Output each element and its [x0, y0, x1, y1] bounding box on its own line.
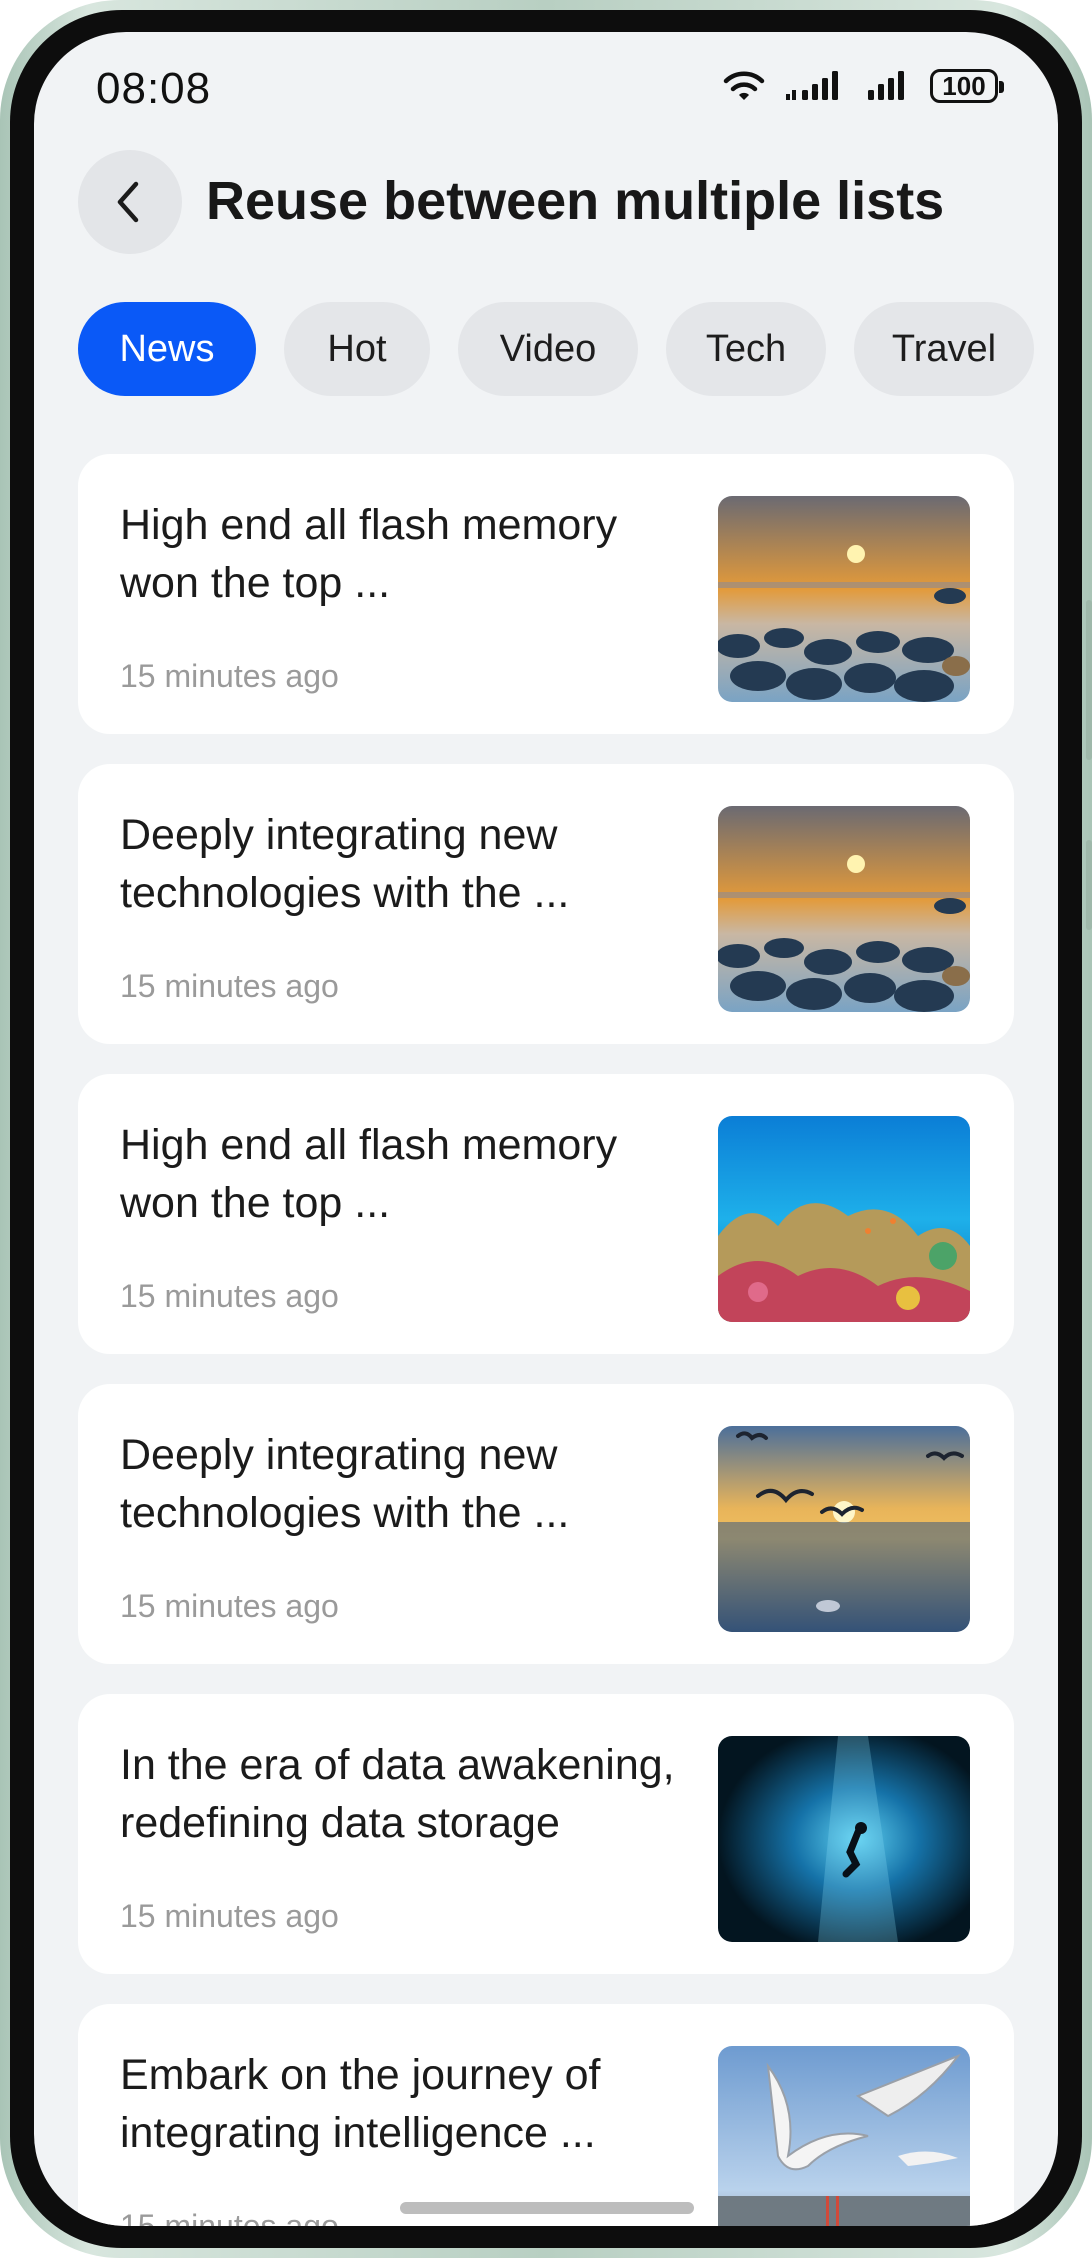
article-thumbnail: [718, 496, 970, 702]
article-title: Deeply integrating new technologies with…: [120, 811, 570, 917]
phone-frame: 08:08 100 Reuse between multiple lists N…: [0, 0, 1092, 2258]
article-title: In the era of data awakening, redefining…: [120, 1741, 675, 1847]
article-title: High end all flash memory won the top ..…: [120, 1121, 618, 1227]
signal-icon: [868, 71, 904, 100]
tab-tech[interactable]: Tech: [666, 302, 826, 396]
article-thumbnail: [718, 1426, 970, 1632]
article-title: Deeply integrating new technologies with…: [120, 1431, 570, 1537]
article-thumbnail: [718, 1736, 970, 1942]
article-card[interactable]: High end all flash memory won the top ..…: [78, 454, 1014, 734]
power-button: [1086, 840, 1092, 930]
article-time: 15 minutes ago: [120, 658, 339, 694]
home-indicator[interactable]: [400, 2202, 694, 2214]
tab-video[interactable]: Video: [458, 302, 638, 396]
chevron-left-icon: [117, 181, 139, 223]
article-title: Embark on the journey of integrating int…: [120, 2051, 601, 2157]
article-time: 15 minutes ago: [120, 1278, 339, 1314]
article-title: High end all flash memory won the top ..…: [120, 501, 618, 607]
article-card[interactable]: In the era of data awakening, redefining…: [78, 1694, 1014, 1974]
tab-hot[interactable]: Hot: [284, 302, 430, 396]
tab-travel[interactable]: Travel: [854, 302, 1034, 396]
battery-icon: 100: [930, 69, 1004, 103]
article-card[interactable]: Deeply integrating new technologies with…: [78, 764, 1014, 1044]
article-time: 15 minutes ago: [120, 2208, 339, 2226]
article-card[interactable]: Embark on the journey of integrating int…: [78, 2004, 1014, 2226]
category-tabs: News Hot Video Tech Travel: [78, 302, 1034, 396]
article-card[interactable]: High end all flash memory won the top ..…: [78, 1074, 1014, 1354]
article-time: 15 minutes ago: [120, 968, 339, 1004]
tab-news[interactable]: News: [78, 302, 256, 396]
tab-label: Travel: [891, 327, 997, 370]
signal-icon: [786, 71, 838, 100]
article-time: 15 minutes ago: [120, 1588, 339, 1624]
article-thumbnail: [718, 2046, 970, 2226]
article-thumbnail: [718, 1116, 970, 1322]
back-button[interactable]: [78, 150, 182, 254]
battery-level: 100: [942, 70, 986, 101]
article-card[interactable]: Deeply integrating new technologies with…: [78, 1384, 1014, 1664]
status-time: 08:08: [96, 64, 212, 113]
tab-label: Tech: [705, 327, 787, 370]
status-icons: 100: [722, 68, 1004, 104]
page-title: Reuse between multiple lists: [206, 171, 945, 231]
tab-label: Hot: [327, 327, 387, 370]
screen: 08:08 100 Reuse between multiple lists N…: [34, 32, 1058, 2226]
article-list: High end all flash memory won the top ..…: [78, 454, 1014, 2226]
tab-label: News: [119, 327, 215, 370]
volume-button: [1086, 600, 1092, 760]
article-time: 15 minutes ago: [120, 1898, 339, 1934]
article-thumbnail: [718, 806, 970, 1012]
wifi-icon: [723, 71, 765, 100]
status-bar: 08:08 100: [34, 32, 1058, 152]
tab-label: Video: [499, 327, 597, 370]
